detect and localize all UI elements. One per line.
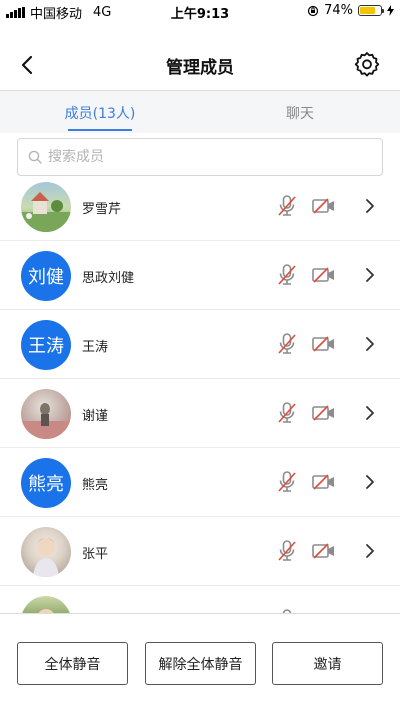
orientation-lock-icon bbox=[307, 5, 319, 16]
member-row[interactable]: 熊亮 熊亮 bbox=[0, 448, 400, 517]
avatar-photo-icon bbox=[21, 192, 71, 232]
member-row[interactable] bbox=[0, 586, 400, 613]
mic-muted-icon[interactable] bbox=[276, 401, 298, 425]
battery-icon bbox=[358, 5, 384, 16]
mic-muted-icon[interactable] bbox=[276, 470, 298, 494]
mic-muted-icon[interactable] bbox=[276, 263, 298, 287]
member-row[interactable]: 谢谨 bbox=[0, 379, 400, 448]
tab-members[interactable]: 成员(13人) bbox=[20, 103, 180, 123]
camera-off-icon[interactable] bbox=[312, 266, 336, 284]
member-name: 罗雪芹 bbox=[82, 202, 122, 217]
tab-active-indicator bbox=[68, 129, 132, 131]
avatar: 刘健 bbox=[21, 251, 71, 301]
gear-icon bbox=[354, 52, 380, 77]
chevron-right-icon[interactable] bbox=[363, 405, 377, 421]
mic-muted-icon[interactable] bbox=[276, 539, 298, 563]
avatar-photo-icon bbox=[33, 538, 59, 577]
chevron-right-icon[interactable] bbox=[363, 543, 377, 559]
camera-off-icon[interactable] bbox=[312, 197, 336, 215]
unmute-all-button[interactable]: 解除全体静音 bbox=[145, 642, 256, 685]
mic-muted-icon[interactable] bbox=[276, 194, 298, 218]
mic-muted-icon[interactable] bbox=[276, 332, 298, 356]
status-right: 74% bbox=[307, 3, 394, 18]
member-name: 王涛 bbox=[82, 340, 109, 355]
avatar bbox=[21, 182, 71, 232]
camera-off-icon[interactable] bbox=[312, 404, 336, 422]
avatar bbox=[21, 527, 71, 577]
mute-all-button[interactable]: 全体静音 bbox=[17, 642, 128, 685]
chevron-right-icon[interactable] bbox=[363, 267, 377, 283]
avatar: 王涛 bbox=[21, 320, 71, 370]
settings-button[interactable] bbox=[354, 51, 380, 77]
member-row[interactable]: 罗雪芹 bbox=[0, 172, 400, 241]
avatar-photo-icon bbox=[21, 403, 71, 439]
search-input[interactable] bbox=[48, 149, 348, 165]
member-name: 谢谨 bbox=[82, 409, 109, 424]
member-list: 罗雪芹 刘健 思政刘健 王涛 王涛 谢谨 熊亮 熊亮 张平 bbox=[0, 172, 400, 613]
charging-bolt-icon bbox=[387, 5, 394, 16]
chevron-right-icon[interactable] bbox=[363, 198, 377, 214]
camera-off-icon[interactable] bbox=[312, 473, 336, 491]
status-bar: 中国移动 4G 上午9:13 74% bbox=[0, 0, 400, 22]
avatar: 熊亮 bbox=[21, 458, 71, 508]
member-name: 张平 bbox=[82, 547, 109, 562]
search-icon bbox=[28, 150, 42, 164]
avatar bbox=[21, 596, 71, 613]
avatar-photo-icon bbox=[36, 608, 56, 613]
camera-off-icon[interactable] bbox=[312, 542, 336, 560]
member-name: 熊亮 bbox=[82, 478, 109, 493]
chevron-right-icon[interactable] bbox=[363, 336, 377, 352]
member-row[interactable]: 王涛 王涛 bbox=[0, 310, 400, 379]
member-row[interactable]: 刘健 思政刘健 bbox=[0, 241, 400, 310]
search-box[interactable] bbox=[17, 138, 383, 176]
tab-bar: 成员(13人) 聊天 bbox=[0, 91, 400, 133]
page-title: 管理成员 bbox=[166, 58, 234, 78]
avatar bbox=[21, 389, 71, 439]
member-name: 思政刘健 bbox=[82, 271, 135, 286]
member-row[interactable]: 张平 bbox=[0, 517, 400, 586]
camera-off-icon[interactable] bbox=[312, 335, 336, 353]
tab-chat[interactable]: 聊天 bbox=[220, 103, 380, 123]
nav-bar: 管理成员 bbox=[0, 40, 400, 90]
battery-percent: 74% bbox=[324, 3, 353, 18]
chevron-right-icon[interactable] bbox=[363, 474, 377, 490]
invite-button[interactable]: 邀请 bbox=[272, 642, 383, 685]
bottom-divider bbox=[0, 613, 400, 614]
